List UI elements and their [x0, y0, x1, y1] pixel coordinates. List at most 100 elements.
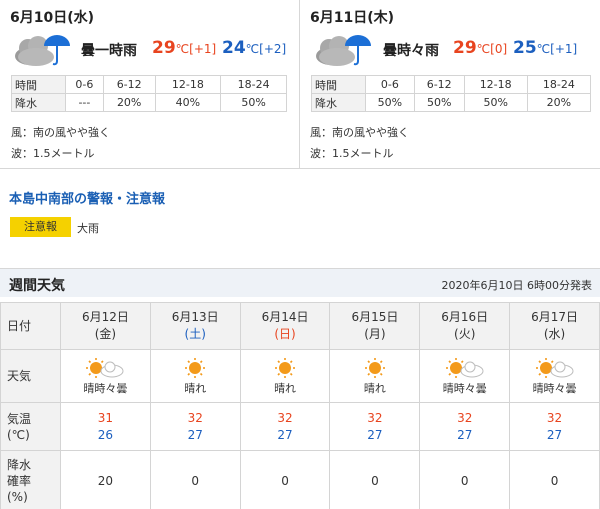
time-slot: 0-6 [365, 75, 415, 94]
min-temp-diff: [+1] [550, 42, 578, 56]
pop-value: 20% [526, 93, 592, 112]
week-min-temp: 27 [367, 427, 383, 442]
week-max-temp: 32 [457, 410, 473, 425]
weekly-header: 週間天気 2020年6月10日 6時00分発表 [0, 268, 600, 297]
week-pop: 0 [149, 450, 241, 509]
week-min-temp: 27 [277, 427, 293, 442]
precipitation-row: 降水 確率 (%) 20 0 0 0 0 0 [0, 450, 600, 509]
wave-text: 波：1.5メートル [11, 147, 95, 160]
week-max-temp: 32 [187, 410, 203, 425]
week-pop: 0 [509, 450, 600, 509]
sun-cloud-icon [535, 357, 574, 378]
max-temp-value: 29 [453, 38, 477, 58]
time-slot: 12-18 [154, 75, 222, 94]
week-dow: (火) [454, 327, 476, 341]
day-date: 6月10日(水) [10, 10, 95, 26]
wind-text: 風：南の風やや強く [310, 126, 409, 139]
weather-text: 曇時々雨 [383, 43, 439, 59]
max-temp: 29℃[0] [453, 38, 507, 58]
date-row: 日付 6月12日 (金) 6月13日 (土) 6月14日 (日) 6月15日 (月) 6… [0, 302, 600, 350]
week-pop: 20 [60, 450, 151, 509]
week-date-cell: 6月14日 (日) [239, 302, 331, 350]
week-temp-cell: 32 27 [149, 402, 241, 451]
pop-value: 50% [413, 93, 465, 112]
week-date-cell: 6月15日 (月) [329, 302, 421, 350]
rain-probability-table: 時間 0-6 6-12 12-18 18-24 降水 --- 20% 40% 5… [11, 75, 287, 112]
time-label: 時間 [11, 75, 66, 94]
row-label-temp: 気温 (℃) [0, 402, 61, 451]
sun-icon [364, 357, 385, 378]
week-pop: 0 [329, 450, 421, 509]
max-temp-diff: [0] [490, 42, 508, 56]
pop-label: 降水 [311, 93, 366, 112]
sun-cloud-icon [445, 357, 484, 378]
week-min-temp: 26 [97, 427, 114, 442]
row-label-date: 日付 [0, 302, 61, 350]
weekly-table: 日付 6月12日 (金) 6月13日 (土) 6月14日 (日) 6月15日 (月) 6… [0, 302, 600, 509]
pop-value: 50% [365, 93, 415, 112]
sun-cloud-icon [86, 357, 124, 378]
week-dow: (金) [94, 327, 117, 341]
cloud-rain-umbrella-icon [15, 35, 70, 66]
day-date: 6月11日(木) [310, 10, 395, 26]
week-pop: 0 [419, 450, 511, 509]
temperature-row: 気温 (℃) 31 26 32 27 32 27 32 27 32 27 32 27 [0, 402, 600, 451]
pop-value: 50% [220, 93, 287, 112]
week-dow: (土) [184, 327, 206, 341]
week-weather-cell: 晴れ [239, 349, 331, 403]
sun-icon [185, 357, 206, 378]
pop-value: 50% [463, 93, 528, 112]
advisory-item: 大雨 [77, 222, 99, 235]
section-divider [0, 168, 600, 169]
week-temp-cell: 32 27 [239, 402, 331, 451]
issued-time: 2020年6月10日 6時00分発表 [441, 279, 592, 292]
week-min-temp: 27 [457, 427, 473, 442]
week-temp-cell: 31 26 [60, 402, 151, 451]
max-temp-unit: ℃ [175, 42, 190, 56]
time-slot: 18-24 [526, 75, 592, 94]
daily-forecast: 6月10日(水) 曇一時雨 29℃[+1] 24℃[+2] 時間 0-6 6-1… [0, 0, 600, 168]
week-min-temp: 27 [187, 427, 203, 442]
time-slot: 12-18 [463, 75, 528, 94]
week-date-cell: 6月12日 (金) [60, 302, 151, 350]
time-slot: 6-12 [413, 75, 465, 94]
max-temp: 29℃[+1] [152, 38, 216, 58]
day-card-1: 6月10日(水) 曇一時雨 29℃[+1] 24℃[+2] 時間 0-6 6-1… [0, 0, 298, 168]
min-temp-value: 24 [222, 38, 246, 58]
week-weather-text: 晴時々曇 [532, 381, 577, 395]
warning-area-title[interactable]: 本島中南部の警報・注意報 [9, 188, 165, 207]
pop-label: 降水 [11, 93, 66, 112]
pop-value: --- [65, 93, 104, 112]
week-max-temp: 31 [97, 410, 114, 425]
row-label-weather: 天気 [0, 349, 61, 403]
advisory-badge: 注意報 [10, 217, 71, 237]
week-dow: (日) [274, 327, 296, 341]
week-weather-text: 晴れ [363, 381, 386, 395]
week-date: 6月14日 [261, 310, 309, 324]
week-date: 6月12日 [81, 310, 129, 324]
week-pop: 0 [239, 450, 331, 509]
max-temp-unit: ℃ [476, 42, 491, 56]
weather-text: 曇一時雨 [81, 43, 137, 59]
row-label-pop: 降水 確率 (%) [0, 450, 61, 509]
sun-icon [275, 357, 296, 378]
wave-text: 波：1.5メートル [310, 147, 394, 160]
min-temp: 24℃[+2] [222, 38, 286, 58]
day-divider [299, 0, 300, 168]
week-date: 6月17日 [531, 310, 579, 324]
week-date-cell: 6月17日 (水) [509, 302, 600, 350]
min-temp-diff: [+2] [259, 42, 287, 56]
min-temp-unit: ℃ [536, 42, 551, 56]
week-date-cell: 6月16日 (火) [419, 302, 511, 350]
weather-row: 天気 晴時々曇 晴れ 晴れ 晴れ 晴時々曇 晴時々曇 [0, 349, 600, 403]
week-weather-text: 晴時々曇 [83, 381, 128, 395]
weekly-title: 週間天気 [9, 278, 65, 294]
min-temp-unit: ℃ [245, 42, 260, 56]
week-weather-cell: 晴時々曇 [509, 349, 600, 403]
week-weather-cell: 晴れ [149, 349, 241, 403]
week-date: 6月13日 [171, 310, 219, 324]
week-weather-text: 晴時々曇 [442, 381, 487, 395]
week-date: 6月16日 [441, 310, 489, 324]
time-label: 時間 [311, 75, 366, 94]
time-slot: 18-24 [220, 75, 287, 94]
